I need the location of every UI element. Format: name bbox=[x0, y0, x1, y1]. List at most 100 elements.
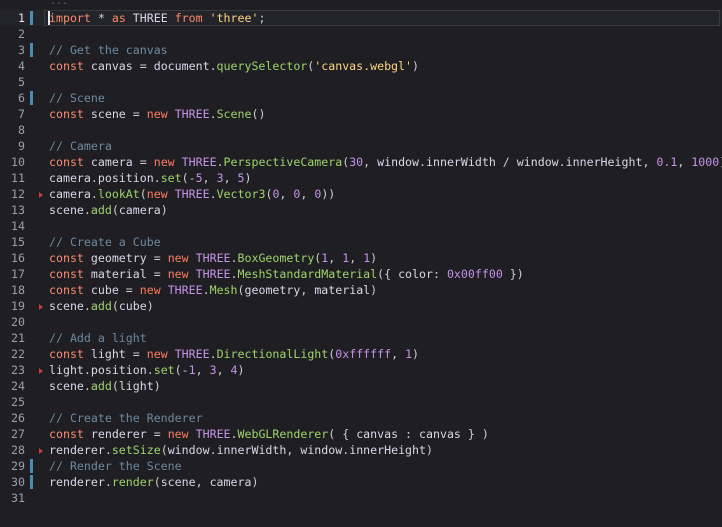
code-line[interactable]: 16 const geometry = new THREE.BoxGeometry… bbox=[0, 250, 722, 266]
code-line[interactable]: 31 bbox=[0, 490, 722, 506]
code-line[interactable]: 9 // Camera bbox=[0, 138, 722, 154]
code-line[interactable]: 6 // Scene bbox=[0, 90, 722, 106]
code-line[interactable]: 7 const scene = new THREE.Scene() bbox=[0, 106, 722, 122]
code-text[interactable]: camera.lookAt(new THREE.Vector3(0, 0, 0)… bbox=[49, 186, 335, 202]
code-line[interactable]: 12 camera.lookAt(new THREE.Vector3(0, 0, … bbox=[0, 186, 722, 202]
code-line[interactable]: 27 const renderer = new THREE.WebGLRender… bbox=[0, 426, 722, 442]
code-token: . bbox=[230, 427, 238, 441]
code-text[interactable]: // Add a light bbox=[49, 330, 147, 346]
code-line[interactable]: 2 bbox=[0, 26, 722, 42]
code-line[interactable]: 1 import * as THREE from 'three'; bbox=[0, 10, 722, 26]
code-text[interactable]: const geometry = new THREE.BoxGeometry(1… bbox=[49, 250, 377, 266]
code-text[interactable]: scene.add(light) bbox=[49, 378, 161, 394]
code-token: window bbox=[300, 443, 343, 457]
code-token: MeshStandardMaterial bbox=[237, 267, 378, 281]
line-number: 4 bbox=[18, 59, 25, 73]
code-text[interactable]: const cube = new THREE.Mesh(geometry, ma… bbox=[49, 282, 377, 298]
code-text[interactable]: light.position.set(-1, 3, 4) bbox=[49, 362, 245, 378]
code-text[interactable]: const renderer = new THREE.WebGLRenderer… bbox=[49, 426, 489, 442]
line-number: 27 bbox=[11, 427, 25, 441]
code-line[interactable]: 5 bbox=[0, 74, 722, 90]
code-text[interactable]: const scene = new THREE.Scene() bbox=[49, 106, 265, 122]
code-line[interactable]: 19 scene.add(cube) bbox=[0, 298, 722, 314]
code-text[interactable]: // Create the Renderer bbox=[49, 410, 203, 426]
code-line[interactable]: 10 const camera = new THREE.PerspectiveCa… bbox=[0, 154, 722, 170]
code-token: camera bbox=[49, 187, 91, 201]
code-line[interactable]: 26 // Create the Renderer bbox=[0, 410, 722, 426]
code-token: add bbox=[90, 299, 112, 313]
code-text[interactable]: renderer.setSize(window.innerWidth, wind… bbox=[49, 442, 433, 458]
code-token: , bbox=[195, 475, 210, 489]
code-token: const bbox=[49, 347, 84, 361]
code-token: camera bbox=[83, 155, 140, 169]
code-token: (- bbox=[181, 171, 196, 185]
code-text[interactable]: // Scene bbox=[49, 90, 105, 106]
code-line[interactable]: 14 bbox=[0, 218, 722, 234]
code-line[interactable]: 23 light.position.set(-1, 3, 4) bbox=[0, 362, 722, 378]
code-line[interactable]: 30 renderer.render(scene, camera) bbox=[0, 474, 722, 490]
code-token: , bbox=[286, 443, 301, 457]
code-editor[interactable]: ... 1 import * as THREE from 'three'; 2 3//… bbox=[0, 0, 722, 527]
code-text[interactable]: // Get the canvas bbox=[49, 42, 168, 58]
code-token: innerHeight bbox=[349, 443, 426, 457]
code-line[interactable]: 8 bbox=[0, 122, 722, 138]
code-token: import bbox=[49, 11, 91, 25]
code-token: . bbox=[90, 187, 98, 201]
code-line[interactable]: 29 // Render the Scene bbox=[0, 458, 722, 474]
code-line[interactable]: 13 scene.add(camera) bbox=[0, 202, 722, 218]
breakpoint-arrow-icon[interactable] bbox=[39, 192, 43, 198]
code-text[interactable]: // Camera bbox=[49, 138, 112, 154]
code-text[interactable]: scene.add(camera) bbox=[49, 202, 168, 218]
breakpoint-arrow-icon[interactable] bbox=[39, 368, 43, 374]
code-token: , bbox=[300, 187, 315, 201]
code-token: window bbox=[516, 155, 559, 169]
code-token: from bbox=[174, 11, 203, 25]
code-token: . bbox=[216, 155, 224, 169]
code-text[interactable]: const canvas = document.querySelector('c… bbox=[49, 58, 419, 74]
code-token: THREE bbox=[174, 107, 210, 121]
code-token: ) bbox=[412, 347, 420, 361]
code-text[interactable]: const light = new THREE.DirectionalLight… bbox=[49, 346, 419, 362]
code-line[interactable]: 24 scene.add(light) bbox=[0, 378, 722, 394]
code-text[interactable]: const camera = new THREE.PerspectiveCame… bbox=[49, 154, 722, 170]
code-token: material bbox=[83, 267, 154, 281]
code-token: ( { bbox=[328, 427, 357, 441]
code-line[interactable]: 4 const canvas = document.querySelector('… bbox=[0, 58, 722, 74]
breakpoint-arrow-icon[interactable] bbox=[39, 304, 43, 310]
code-text[interactable]: const material = new THREE.MeshStandardM… bbox=[49, 266, 524, 282]
code-token: THREE bbox=[174, 187, 210, 201]
code-token: scene bbox=[83, 107, 133, 121]
code-line[interactable]: 15 // Create a Cube bbox=[0, 234, 722, 250]
code-token: . bbox=[419, 155, 427, 169]
code-text[interactable]: camera.position.set(-5, 3, 5) bbox=[49, 170, 252, 186]
code-token: , bbox=[279, 187, 294, 201]
code-token: / bbox=[495, 155, 517, 169]
code-line[interactable]: 25 bbox=[0, 394, 722, 410]
code-line[interactable]: 11 camera.position.set(-5, 3, 5) bbox=[0, 170, 722, 186]
code-token: . bbox=[209, 187, 217, 201]
code-line[interactable]: 28 renderer.setSize(window.innerWidth, wi… bbox=[0, 442, 722, 458]
breakpoint-arrow-icon[interactable] bbox=[39, 448, 43, 454]
code-text[interactable]: renderer.render(scene, camera) bbox=[49, 474, 258, 490]
code-token: const bbox=[49, 267, 84, 281]
code-token: ( bbox=[153, 475, 161, 489]
code-token: ( bbox=[111, 299, 119, 313]
code-text[interactable]: // Render the Scene bbox=[49, 458, 182, 474]
code-token: . bbox=[202, 283, 210, 297]
code-text[interactable]: // Create a Cube bbox=[49, 234, 161, 250]
code-line[interactable]: 17 const material = new THREE.MeshStandar… bbox=[0, 266, 722, 282]
code-text[interactable]: scene.add(cube) bbox=[49, 298, 154, 314]
code-line[interactable]: 3 // Get the canvas bbox=[0, 42, 722, 58]
code-token: // Add a light bbox=[49, 331, 147, 345]
code-text[interactable]: import * as THREE from 'three'; bbox=[49, 10, 265, 26]
code-token: 3 bbox=[216, 171, 224, 185]
line-number: 23 bbox=[11, 363, 25, 377]
code-token: canvas bbox=[83, 59, 140, 73]
code-line[interactable]: 21 // Add a light bbox=[0, 330, 722, 346]
code-line[interactable]: 22 const light = new THREE.DirectionalLig… bbox=[0, 346, 722, 362]
code-line[interactable]: 18 const cube = new THREE.Mesh(geometry, … bbox=[0, 282, 722, 298]
code-line[interactable]: 20 bbox=[0, 314, 722, 330]
line-number: 5 bbox=[18, 75, 25, 89]
line-number: 3 bbox=[18, 43, 25, 57]
